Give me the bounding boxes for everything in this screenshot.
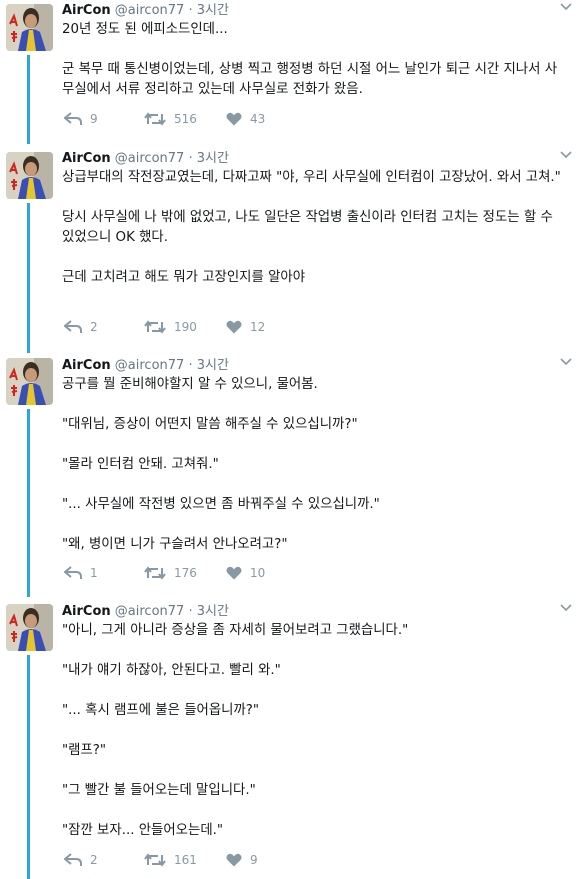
thread-connector bbox=[27, 55, 30, 140]
avatar[interactable] bbox=[6, 604, 53, 651]
tweet: AirCon @aircon77 · 3시간 상급부대의 작전장교였는데, 다짜… bbox=[0, 140, 580, 353]
timestamp[interactable]: 3시간 bbox=[197, 358, 229, 373]
tweet-paragraph: 공구를 뭘 준비해야할지 알 수 있으니, 물어봄. bbox=[62, 377, 318, 392]
heart-icon bbox=[226, 853, 242, 867]
tweet: AirCon @aircon77 · 3시간 20년 정도 된 에피소드인데..… bbox=[0, 0, 580, 140]
tweet-paragraph: "몰라 인터컴 안돼. 고쳐줘." bbox=[62, 457, 219, 472]
tweet-paragraph: 당시 사무실에 나 밖에 없었고, 나도 일단은 작업병 출신이라 인터컴 고치… bbox=[62, 210, 553, 245]
tweet-paragraph: "내가 얘기 하잖아, 안된다고. 빨리 와." bbox=[62, 663, 281, 678]
tweet-header: AirCon @aircon77 · 3시간 bbox=[62, 2, 229, 20]
retweet-button[interactable]: 190 bbox=[144, 319, 197, 335]
timestamp[interactable]: 3시간 bbox=[197, 604, 229, 619]
timestamp[interactable]: 3시간 bbox=[197, 3, 229, 18]
retweet-count: 161 bbox=[174, 853, 197, 867]
tweet-paragraph: 근데 고치려고 해도 뭐가 고장인지를 알아야 bbox=[62, 270, 306, 285]
heart-icon bbox=[226, 320, 242, 334]
retweet-icon bbox=[144, 320, 166, 334]
tweet-paragraph: 상급부대의 작전장교였는데, 다짜고짜 "야, 우리 사무실에 인터컴이 고장났… bbox=[62, 170, 561, 185]
reply-icon bbox=[64, 853, 82, 866]
retweet-button[interactable]: 516 bbox=[144, 111, 197, 127]
separator-dot: · bbox=[188, 3, 193, 18]
tweet-paragraph: "... 혹시 램프에 불은 들어옵니까?" bbox=[62, 703, 260, 718]
timestamp[interactable]: 3시간 bbox=[197, 151, 229, 166]
display-name[interactable]: AirCon bbox=[62, 3, 111, 18]
thread-connector bbox=[27, 140, 30, 144]
like-button[interactable]: 10 bbox=[226, 565, 265, 581]
chevron-down-icon[interactable] bbox=[560, 0, 572, 11]
like-count: 10 bbox=[250, 566, 266, 580]
user-handle[interactable]: @aircon77 bbox=[115, 3, 185, 18]
chevron-down-icon[interactable] bbox=[560, 355, 572, 366]
tweet-paragraph: "램프?" bbox=[62, 743, 107, 758]
chevron-down-icon[interactable] bbox=[560, 148, 572, 159]
avatar-image bbox=[6, 152, 53, 199]
tweet-header: AirCon @aircon77 · 3시간 bbox=[62, 603, 229, 621]
retweet-count: 190 bbox=[174, 320, 197, 334]
reply-button[interactable]: 1 bbox=[64, 565, 98, 581]
avatar-image bbox=[6, 604, 53, 651]
like-button[interactable]: 12 bbox=[226, 319, 265, 335]
like-count: 43 bbox=[250, 112, 266, 126]
retweet-count: 516 bbox=[174, 112, 197, 126]
tweet-header: AirCon @aircon77 · 3시간 bbox=[62, 357, 229, 375]
chevron-down-icon[interactable] bbox=[560, 601, 572, 612]
user-handle[interactable]: @aircon77 bbox=[115, 151, 185, 166]
avatar[interactable] bbox=[6, 358, 53, 405]
user-handle[interactable]: @aircon77 bbox=[115, 604, 185, 619]
separator-dot: · bbox=[188, 151, 193, 166]
retweet-button[interactable]: 176 bbox=[144, 565, 197, 581]
thread-connector bbox=[27, 655, 30, 879]
separator-dot: · bbox=[188, 604, 193, 619]
reply-count: 2 bbox=[90, 853, 98, 867]
thread-connector bbox=[27, 409, 30, 597]
tweet-paragraph: "... 사무실에 작전병 있으면 좀 바꿔주실 수 있으십니까." bbox=[62, 497, 380, 512]
avatar[interactable] bbox=[6, 152, 53, 199]
like-count: 9 bbox=[250, 853, 258, 867]
reply-button[interactable]: 2 bbox=[64, 319, 98, 335]
retweet-button[interactable]: 161 bbox=[144, 852, 197, 868]
heart-icon bbox=[226, 112, 242, 126]
tweet-paragraph: "잠깐 보자... 안들어오는데." bbox=[62, 823, 224, 838]
like-button[interactable]: 9 bbox=[226, 852, 258, 868]
tweet-text: 공구를 뭘 준비해야할지 알 수 있으니, 물어봄. "대위님, 증상이 어떤지… bbox=[62, 375, 568, 555]
display-name[interactable]: AirCon bbox=[62, 358, 111, 373]
tweet-paragraph: "그 빨간 불 들어오는데 말입니다." bbox=[62, 783, 256, 798]
tweet: AirCon @aircon77 · 3시간 공구를 뭘 준비해야할지 알 수 … bbox=[0, 355, 580, 597]
tweet-text: 상급부대의 작전장교였는데, 다짜고짜 "야, 우리 사무실에 인터컴이 고장났… bbox=[62, 168, 568, 288]
display-name[interactable]: AirCon bbox=[62, 604, 111, 619]
reply-count: 2 bbox=[90, 320, 98, 334]
thread-connector bbox=[27, 203, 30, 353]
tweet-paragraph: 군 복무 때 통신병이었는데, 상병 찍고 행정병 하던 시절 어느 날인가 퇴… bbox=[62, 62, 558, 97]
separator-dot: · bbox=[188, 358, 193, 373]
avatar[interactable] bbox=[6, 4, 53, 51]
retweet-icon bbox=[144, 853, 166, 867]
reply-count: 1 bbox=[90, 566, 98, 580]
tweet-paragraph: "대위님, 증상이 어떤지 말씀 해주실 수 있으십니까?" bbox=[62, 417, 358, 432]
reply-icon bbox=[64, 112, 82, 125]
tweet-text: 20년 정도 된 에피소드인데... 군 복무 때 통신병이었는데, 상병 찍고… bbox=[62, 20, 568, 100]
like-count: 12 bbox=[250, 320, 266, 334]
avatar-image bbox=[6, 358, 53, 405]
display-name[interactable]: AirCon bbox=[62, 151, 111, 166]
reply-button[interactable]: 2 bbox=[64, 852, 98, 868]
reply-count: 9 bbox=[90, 112, 98, 126]
tweet-paragraph: "아니, 그게 아니라 증상을 좀 자세히 물어보려고 그랬습니다." bbox=[62, 623, 409, 638]
reply-icon bbox=[64, 320, 82, 333]
avatar-image bbox=[6, 4, 53, 51]
heart-icon bbox=[226, 566, 242, 580]
user-handle[interactable]: @aircon77 bbox=[115, 358, 185, 373]
retweet-icon bbox=[144, 566, 166, 580]
retweet-count: 176 bbox=[174, 566, 197, 580]
reply-button[interactable]: 9 bbox=[64, 111, 98, 127]
tweet: AirCon @aircon77 · 3시간 "아니, 그게 아니라 증상을 좀… bbox=[0, 601, 580, 879]
like-button[interactable]: 43 bbox=[226, 111, 265, 127]
tweet-paragraph: 20년 정도 된 에피소드인데... bbox=[62, 22, 228, 37]
retweet-icon bbox=[144, 112, 166, 126]
tweet-paragraph: "왜, 병이면 니가 구슬려서 안나오려고?" bbox=[62, 537, 288, 552]
tweet-header: AirCon @aircon77 · 3시간 bbox=[62, 150, 229, 168]
tweet-text: "아니, 그게 아니라 증상을 좀 자세히 물어보려고 그랬습니다." "내가 … bbox=[62, 621, 568, 841]
reply-icon bbox=[64, 566, 82, 579]
